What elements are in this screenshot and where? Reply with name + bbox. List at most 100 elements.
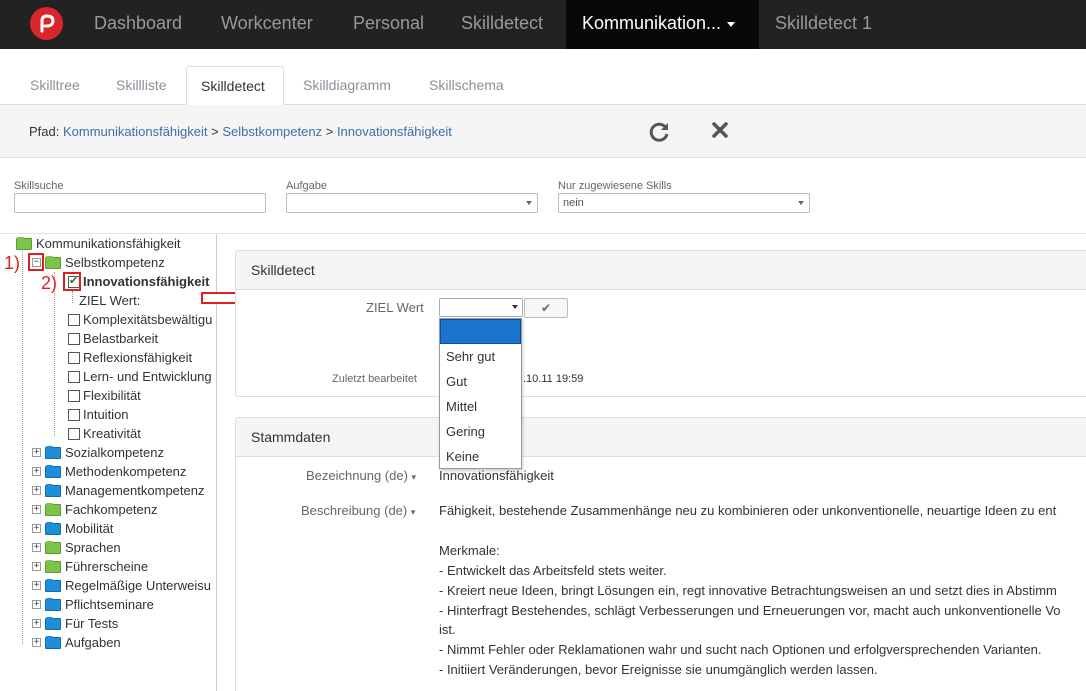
breadcrumb-innovation[interactable]: Innovationsfähigkeit bbox=[337, 124, 452, 139]
tree-node-label: Belastbarkeit bbox=[83, 331, 159, 346]
checkbox[interactable] bbox=[68, 313, 80, 326]
tree-guide-line bbox=[72, 291, 73, 303]
dropdown-option[interactable]: Gering bbox=[440, 419, 521, 444]
beschreibung-label[interactable]: Beschreibung (de) ▾ bbox=[301, 503, 415, 518]
tree-node-child[interactable]: Kreativität bbox=[68, 424, 141, 443]
expand-icon[interactable]: + bbox=[32, 524, 41, 533]
tree-node-label: Aufgaben bbox=[65, 635, 121, 650]
tree-node-innovationsfaehigkeit[interactable]: Innovationsfähigkeit bbox=[68, 272, 209, 291]
tree-node-root[interactable]: Kommunikationsfähigkeit bbox=[16, 234, 181, 253]
checkbox[interactable] bbox=[68, 351, 80, 364]
tree-node-child[interactable]: Reflexionsfähigkeit bbox=[68, 348, 192, 367]
nav-kommunikation-label: Kommunikation... bbox=[582, 13, 722, 33]
beschreibung-line: - Kreiert neue Ideen, bringt Lösungen ei… bbox=[439, 583, 1057, 598]
expand-icon[interactable]: + bbox=[32, 562, 41, 571]
bezeichnung-label[interactable]: Bezeichnung (de) ▾ bbox=[306, 468, 416, 483]
expand-icon[interactable]: + bbox=[32, 543, 41, 552]
tree-node-label: Sprachen bbox=[65, 540, 121, 555]
caret-down-icon: ▾ bbox=[411, 472, 417, 482]
panel-title: Skilldetect bbox=[236, 251, 1086, 290]
tree-node-group[interactable]: + Mobilität bbox=[32, 519, 113, 538]
nav-workcenter[interactable]: Workcenter bbox=[221, 0, 313, 49]
tree-node-group[interactable]: + Regelmäßige Unterweisu bbox=[32, 576, 211, 595]
tree-node-child[interactable]: Intuition bbox=[68, 405, 129, 424]
tab-bar: Skilltree Skillliste Skilldetect Skilldi… bbox=[0, 66, 1086, 106]
dropdown-option[interactable]: Gut bbox=[440, 369, 521, 394]
tree-node-child[interactable]: Flexibilität bbox=[68, 386, 141, 405]
nur-zugewiesene-label: Nur zugewiesene Skills bbox=[558, 180, 672, 192]
expand-icon[interactable]: + bbox=[32, 486, 41, 495]
dropdown-option[interactable]: Mittel bbox=[440, 394, 521, 419]
tree-node-label: Intuition bbox=[83, 407, 129, 422]
refresh-icon[interactable] bbox=[646, 120, 672, 146]
tab-skillschema[interactable]: Skillschema bbox=[415, 66, 518, 105]
tree-node-group[interactable]: + Sozialkompetenz bbox=[32, 443, 164, 462]
skillsuche-input[interactable] bbox=[14, 193, 266, 213]
tree-node-child[interactable]: Belastbarkeit bbox=[68, 329, 158, 348]
checkbox[interactable] bbox=[68, 408, 80, 421]
annotation-2: 2) bbox=[41, 273, 58, 293]
beschreibung-line: - Nimmt Fehler oder Reklamationen wahr u… bbox=[439, 642, 1042, 657]
checkbox[interactable] bbox=[68, 389, 80, 402]
tree-node-label: Komplexitätsbewältigu bbox=[83, 312, 213, 327]
tree-node-group[interactable]: + Sprachen bbox=[32, 538, 121, 557]
aufgabe-select[interactable] bbox=[286, 193, 538, 213]
tree-node-child[interactable]: Komplexitätsbewältigu bbox=[68, 310, 212, 329]
tree-node-label: Pflichtseminare bbox=[65, 597, 154, 612]
breadcrumb-selbstkompetenz[interactable]: Selbstkompetenz bbox=[222, 124, 322, 139]
expand-icon[interactable]: + bbox=[32, 600, 41, 609]
checkbox[interactable] bbox=[68, 427, 80, 440]
tab-skilldetect[interactable]: Skilldetect bbox=[186, 66, 284, 106]
expand-icon[interactable]: + bbox=[32, 505, 41, 514]
expand-icon[interactable]: + bbox=[32, 581, 41, 590]
tree-node-label: Kreativität bbox=[83, 426, 141, 441]
expand-icon[interactable]: + bbox=[32, 467, 41, 476]
nav-kommunikation-dropdown[interactable]: Kommunikation... bbox=[566, 0, 759, 49]
nav-dashboard[interactable]: Dashboard bbox=[94, 0, 182, 49]
tab-skilldiagramm[interactable]: Skilldiagramm bbox=[289, 66, 405, 105]
checkbox[interactable] bbox=[68, 370, 80, 383]
expand-icon[interactable]: + bbox=[32, 448, 41, 457]
checkbox[interactable] bbox=[68, 332, 80, 345]
tree-node-group[interactable]: + Methodenkompetenz bbox=[32, 462, 186, 481]
tree-node-group[interactable]: + Pflichtseminare bbox=[32, 595, 154, 614]
nur-zugewiesene-select[interactable]: nein bbox=[558, 193, 810, 213]
expand-icon[interactable]: + bbox=[32, 638, 41, 647]
tab-skilltree[interactable]: Skilltree bbox=[16, 66, 94, 105]
tree-node-label: Führerscheine bbox=[65, 559, 149, 574]
nav-personal[interactable]: Personal bbox=[353, 0, 424, 49]
folder-icon bbox=[45, 578, 61, 592]
ziel-wert-dropdown-list: Sehr gut Gut Mittel Gering Keine bbox=[439, 318, 522, 469]
dropdown-option[interactable]: Sehr gut bbox=[440, 344, 521, 369]
ziel-wert-select[interactable] bbox=[439, 298, 523, 317]
confirm-button[interactable]: ✔ bbox=[524, 298, 568, 318]
folder-icon bbox=[45, 521, 61, 535]
folder-icon bbox=[45, 635, 61, 649]
tree-node-selbstkompetenz[interactable]: − Selbstkompetenz bbox=[32, 253, 165, 272]
tab-skillliste[interactable]: Skillliste bbox=[102, 66, 181, 105]
tree-node-group[interactable]: + Fachkompetenz bbox=[32, 500, 158, 519]
dropdown-option[interactable]: Keine bbox=[440, 444, 521, 469]
expand-icon[interactable]: + bbox=[32, 619, 41, 628]
top-navbar: Dashboard Workcenter Personal Skilldetec… bbox=[0, 0, 1086, 49]
folder-icon bbox=[45, 616, 61, 630]
tree-node-group[interactable]: + Aufgaben bbox=[32, 633, 121, 652]
beschreibung-line: - Entwickelt das Arbeitsfeld stets weite… bbox=[439, 563, 667, 578]
close-icon[interactable] bbox=[707, 120, 733, 146]
path-label: Pfad: bbox=[29, 124, 60, 139]
tree-node-group[interactable]: + Managementkompetenz bbox=[32, 481, 204, 500]
nav-skilldetect[interactable]: Skilldetect bbox=[461, 0, 543, 49]
breadcrumb-kommunikation[interactable]: Kommunikationsfähigkeit bbox=[63, 124, 208, 139]
tree-node-child[interactable]: Lern- und Entwicklung bbox=[68, 367, 212, 386]
app-logo-icon[interactable] bbox=[30, 7, 63, 40]
tree-node-label: Sozialkompetenz bbox=[65, 445, 164, 460]
tree-node-group[interactable]: + Für Tests bbox=[32, 614, 118, 633]
folder-icon bbox=[45, 540, 61, 554]
dropdown-option-empty[interactable] bbox=[440, 319, 521, 344]
tree-node-group[interactable]: + Führerscheine bbox=[32, 557, 148, 576]
path-bar: Pfad: Kommunikationsfähigkeit > Selbstko… bbox=[0, 105, 1086, 158]
tree-node-label: Lern- und Entwicklung bbox=[83, 369, 212, 384]
nav-skilldetect-1[interactable]: Skilldetect 1 bbox=[775, 0, 872, 49]
tree-guide-line bbox=[22, 251, 23, 644]
panel-title: Stammdaten bbox=[236, 418, 1086, 457]
